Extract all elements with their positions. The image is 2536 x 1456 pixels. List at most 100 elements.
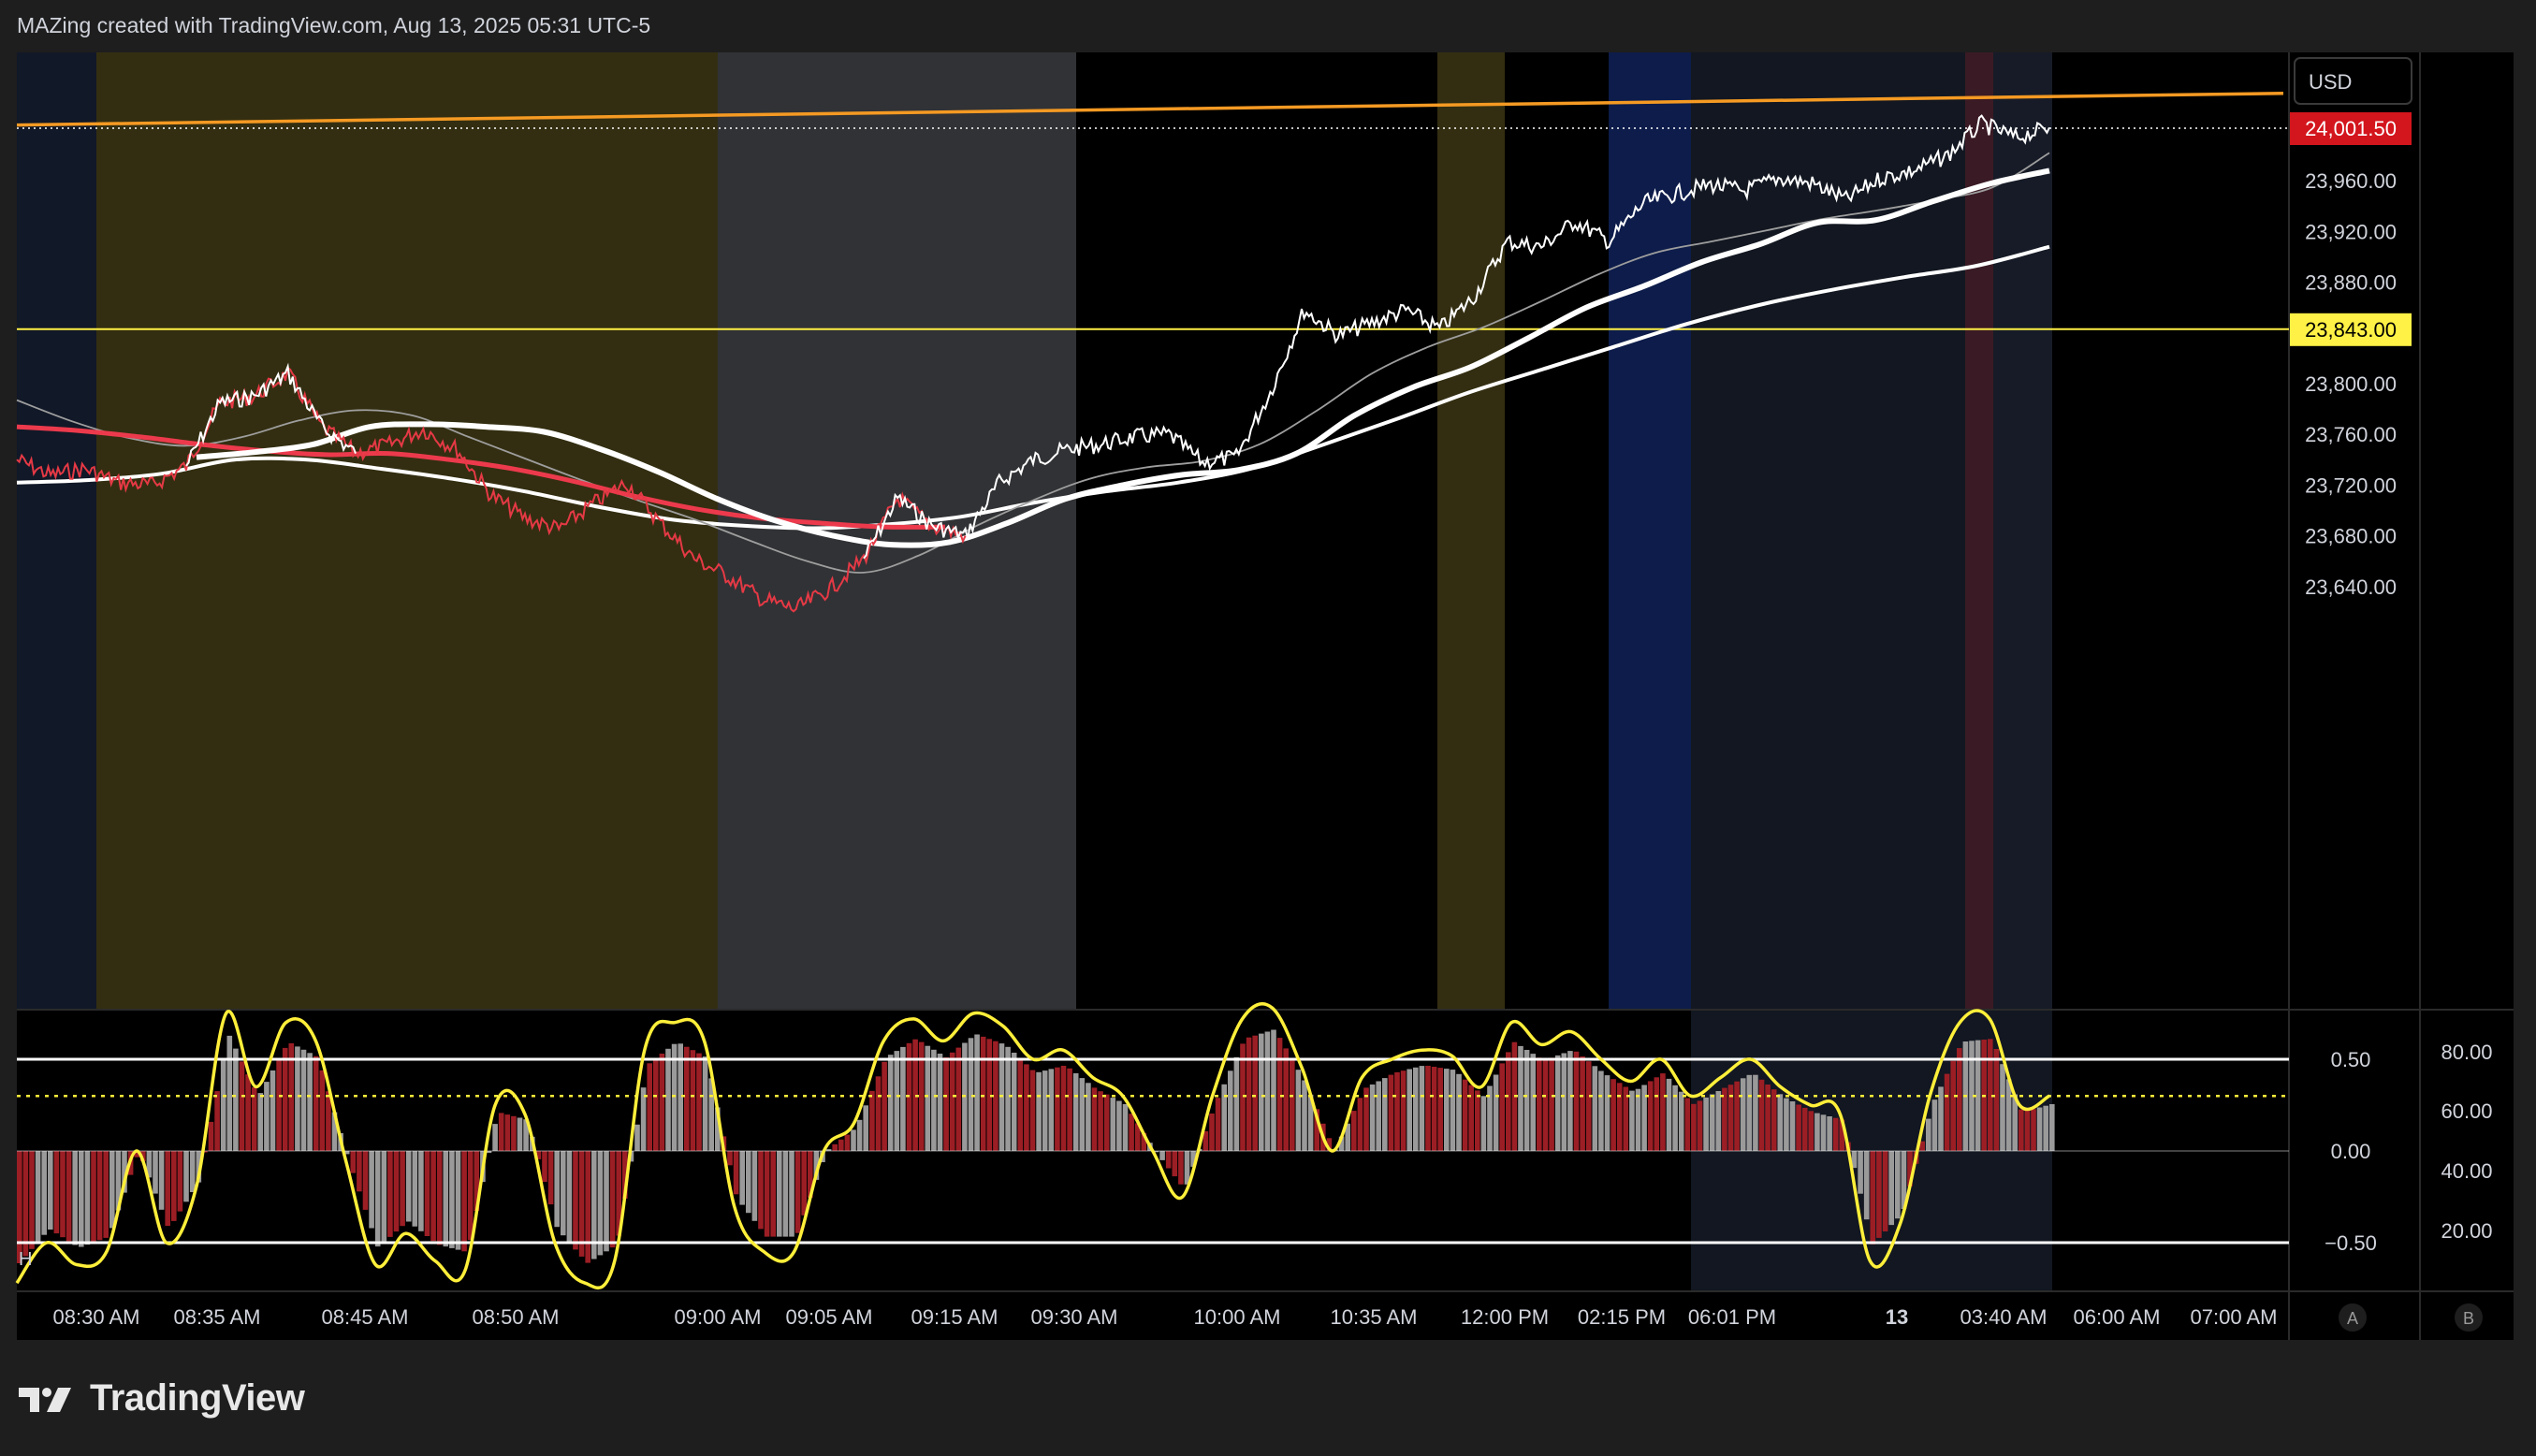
histogram-bar	[838, 1139, 844, 1151]
time-axis-label: 13	[1886, 1305, 1908, 1329]
time-axis-label: 08:45 AM	[322, 1305, 409, 1329]
histogram-bar	[1475, 1090, 1480, 1151]
histogram-bar	[1585, 1061, 1592, 1151]
histogram-bar	[1801, 1107, 1808, 1151]
session-band-open	[96, 52, 718, 1010]
histogram-bar	[1573, 1051, 1580, 1151]
time-axis-label: 09:00 AM	[675, 1305, 762, 1329]
histogram-bar	[1876, 1151, 1882, 1238]
histogram-bar	[2024, 1110, 2031, 1151]
histogram-bar	[1808, 1111, 1815, 1151]
histogram-bar	[467, 1151, 474, 1241]
histogram-bar	[1938, 1086, 1944, 1151]
histogram-bar	[430, 1151, 436, 1242]
histogram-bar	[1159, 1151, 1165, 1160]
histogram-bar	[295, 1046, 300, 1151]
histogram-bar	[257, 1093, 264, 1151]
histogram-bar	[1530, 1054, 1536, 1151]
histogram-bar	[1067, 1068, 1072, 1151]
histogram-bar	[547, 1151, 554, 1205]
histogram-bar	[374, 1151, 381, 1247]
session-band-midday	[718, 52, 1076, 1010]
auto-scale-button-label: A	[2347, 1309, 2358, 1328]
tradingview-logo-icon	[19, 1387, 71, 1412]
histogram-bar	[443, 1151, 449, 1247]
histogram-bar	[1796, 1104, 1801, 1151]
histogram-bar	[461, 1151, 467, 1252]
histogram-bar	[1431, 1067, 1437, 1151]
histogram-bar	[764, 1151, 770, 1237]
histogram-bar	[158, 1151, 165, 1210]
histogram-bar	[1784, 1098, 1789, 1151]
histogram-bar	[1654, 1077, 1660, 1151]
histogram-bar	[412, 1151, 418, 1227]
histogram-bar	[1740, 1078, 1746, 1151]
last-price-badge-text: 24,001.50	[2305, 117, 2397, 140]
histogram-bar	[276, 1059, 282, 1151]
histogram-bar	[1252, 1035, 1258, 1151]
histogram-bar	[1302, 1080, 1307, 1151]
histogram-bar	[245, 1074, 251, 1151]
histogram-bar	[153, 1151, 158, 1194]
histogram-bar	[2000, 1064, 2005, 1151]
histogram-bar	[1209, 1114, 1215, 1151]
histogram-bar	[980, 1036, 986, 1151]
oscillator-left-tick-label: −0.50	[2325, 1231, 2377, 1255]
time-axis-label: 09:30 AM	[1031, 1305, 1118, 1329]
histogram-bar	[226, 1035, 233, 1151]
currency-label: USD	[2309, 70, 2352, 94]
histogram-bar	[183, 1151, 189, 1202]
price-tick-label: 23,760.00	[2305, 423, 2397, 446]
histogram-bar	[1091, 1087, 1098, 1151]
histogram-bar	[856, 1119, 863, 1151]
histogram-bar	[931, 1049, 937, 1151]
histogram-bar	[41, 1151, 47, 1235]
histogram-bar	[770, 1151, 776, 1237]
histogram-bar	[362, 1151, 369, 1210]
histogram-bar	[1295, 1070, 1302, 1151]
price-scale-right-blank	[2420, 52, 2514, 1010]
histogram-bar	[214, 1091, 220, 1151]
histogram-bar	[758, 1151, 764, 1230]
histogram-bar	[832, 1143, 838, 1151]
histogram-bar	[1388, 1074, 1394, 1151]
histogram-bar	[1419, 1066, 1425, 1151]
session-band-london	[1993, 52, 2052, 1010]
histogram-bar	[1931, 1099, 1938, 1151]
histogram-bar	[400, 1151, 405, 1227]
histogram-bar	[634, 1124, 640, 1151]
histogram-bar	[1722, 1087, 1727, 1151]
histogram-bar	[1024, 1064, 1029, 1151]
histogram-bar	[1259, 1033, 1264, 1151]
histogram-bar	[1616, 1083, 1623, 1151]
histogram-bar	[1523, 1050, 1530, 1151]
histogram-bar	[1727, 1085, 1734, 1151]
price-tick-label: 23,920.00	[2305, 220, 2397, 243]
histogram-bar	[604, 1151, 609, 1252]
histogram-bar	[1561, 1053, 1567, 1151]
histogram-bar	[418, 1151, 424, 1231]
oscillator-left-tick-label: 0.00	[2331, 1140, 2371, 1163]
histogram-bar	[357, 1151, 362, 1192]
histogram-bar	[777, 1151, 782, 1237]
histogram-bar	[1178, 1151, 1184, 1185]
histogram-bar	[1011, 1053, 1017, 1151]
histogram-bar	[647, 1063, 652, 1151]
histogram-bar	[84, 1151, 91, 1245]
histogram-bar	[1437, 1068, 1443, 1151]
histogram-bar	[1858, 1151, 1863, 1194]
time-axis-label: 03:40 AM	[1960, 1305, 2048, 1329]
histogram-bar	[566, 1151, 573, 1243]
histogram-bar	[578, 1151, 585, 1257]
histogram-bar	[653, 1058, 659, 1151]
brand-footer[interactable]: TradingView	[19, 1377, 305, 1420]
time-axis-label: 07:00 AM	[2191, 1305, 2278, 1329]
histogram-bar	[1029, 1070, 1036, 1151]
time-axis-label: 09:05 AM	[786, 1305, 873, 1329]
histogram-bar	[900, 1046, 906, 1151]
histogram-bar	[53, 1151, 60, 1234]
histogram-bar	[17, 1151, 22, 1263]
time-axis-label: 06:00 AM	[2074, 1305, 2161, 1329]
histogram-bar	[1863, 1151, 1870, 1220]
histogram-bar	[22, 1151, 29, 1257]
